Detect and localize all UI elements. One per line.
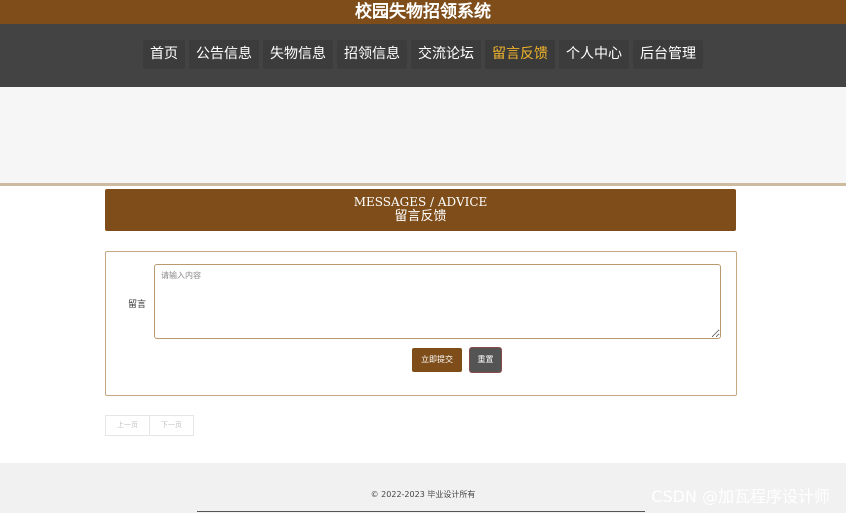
footer: © 2022-2023 毕业设计所有 CSDN @加瓦程序设计师 <box>0 463 846 513</box>
nav-item-found-items[interactable]: 招领信息 <box>337 40 407 69</box>
next-page-button[interactable]: 下一页 <box>150 416 193 435</box>
section-header: MESSAGES / ADVICE 留言反馈 <box>105 189 736 231</box>
section-title-cn: 留言反馈 <box>394 209 447 224</box>
csdn-watermark: CSDN @加瓦程序设计师 <box>651 487 830 506</box>
reset-button[interactable]: 重置 <box>470 348 501 372</box>
message-label: 留言 <box>128 300 147 310</box>
main-navbar: 首页 公告信息 失物信息 招领信息 交流论坛 留言反馈 个人中心 后台管理 <box>0 24 846 87</box>
nav-item-user-center[interactable]: 个人中心 <box>559 40 629 69</box>
prev-page-button[interactable]: 上一页 <box>106 416 150 435</box>
section-title-en: MESSAGES / ADVICE <box>353 195 488 209</box>
pagination: 上一页 下一页 <box>105 415 194 436</box>
nav-item-announcements[interactable]: 公告信息 <box>189 40 259 69</box>
message-textarea[interactable] <box>154 264 721 339</box>
nav-item-feedback[interactable]: 留言反馈 <box>485 40 555 69</box>
nav-item-admin[interactable]: 后台管理 <box>633 40 703 69</box>
nav-item-lost-items[interactable]: 失物信息 <box>263 40 333 69</box>
nav-list: 首页 公告信息 失物信息 招领信息 交流论坛 留言反馈 个人中心 后台管理 <box>0 40 846 69</box>
nav-item-forum[interactable]: 交流论坛 <box>411 40 481 69</box>
nav-item-home[interactable]: 首页 <box>143 40 185 69</box>
top-title-bar: 校园失物招领系统 <box>0 0 846 24</box>
banner-area <box>0 87 846 183</box>
banner-divider <box>0 183 846 186</box>
message-form: 留言 立即提交 重置 <box>105 251 737 396</box>
submit-button[interactable]: 立即提交 <box>412 348 462 372</box>
site-title: 校园失物招领系统 <box>355 2 491 22</box>
footer-divider <box>197 511 645 512</box>
